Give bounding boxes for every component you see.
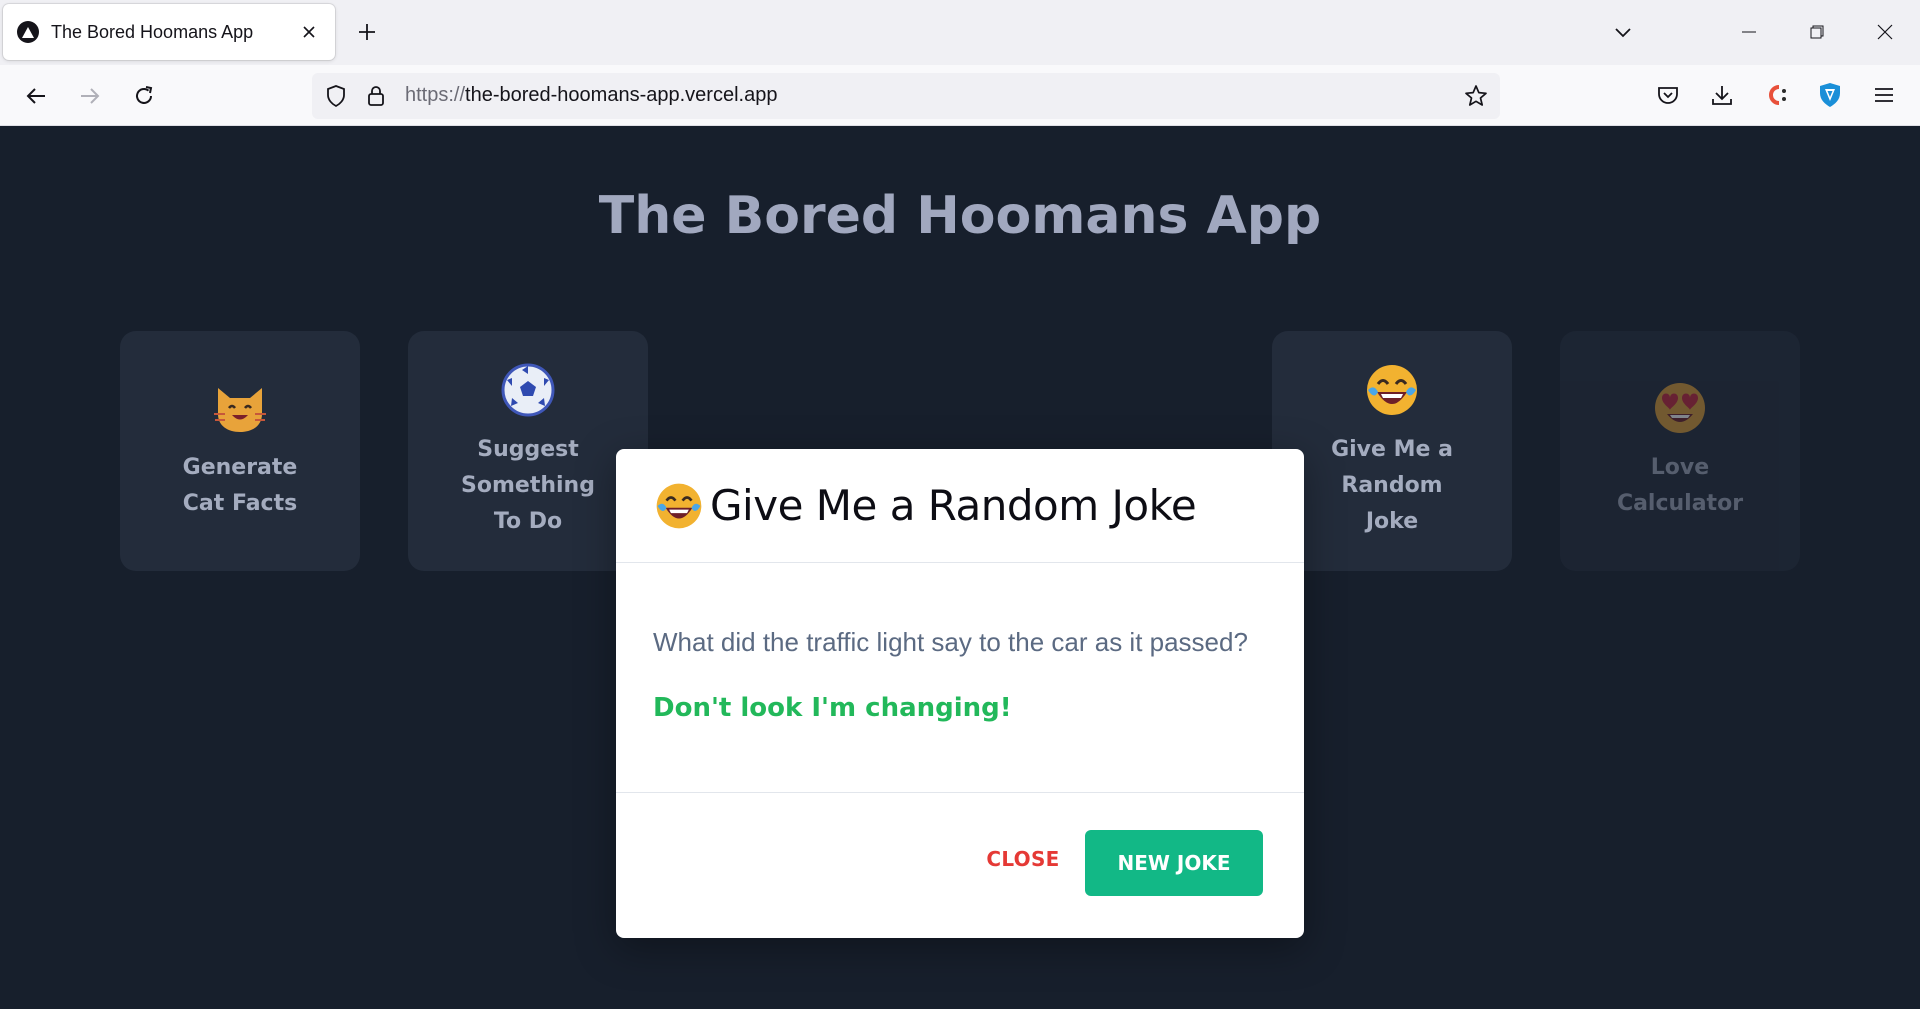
vpn-shield-icon <box>1820 83 1840 107</box>
new-joke-button[interactable]: NEW JOKE <box>1085 830 1263 896</box>
extension-button-shield[interactable] <box>1812 77 1848 113</box>
close-window-button[interactable] <box>1860 10 1910 54</box>
restore-icon <box>1810 25 1824 39</box>
restore-window-button[interactable] <box>1792 10 1842 54</box>
page-content: The Bored Hoomans App Generate Cat Facts… <box>0 126 1920 1009</box>
plus-icon <box>359 24 375 40</box>
close-tab-icon[interactable] <box>295 18 323 46</box>
hamburger-menu-icon <box>1875 88 1893 102</box>
joke-punchline-text: Don't look I'm changing! <box>653 693 1012 723</box>
heart-eyes-emoji-icon <box>1655 383 1705 433</box>
c-extension-icon <box>1769 85 1786 105</box>
card-suggest-activity[interactable]: Suggest Something To Do <box>408 331 648 571</box>
navigation-toolbar: https://the-bored-hoomans-app.vercel.app <box>0 65 1920 126</box>
arrow-left-icon <box>26 88 45 104</box>
page-title: The Bored Hoomans App <box>598 186 1322 246</box>
close-icon <box>1877 24 1893 40</box>
minimize-icon <box>1742 31 1756 33</box>
arrow-right-icon <box>81 88 100 104</box>
card-label: Suggest Something To Do <box>461 437 595 534</box>
pocket-button[interactable] <box>1650 77 1686 113</box>
extension-button-c[interactable] <box>1758 77 1794 113</box>
list-all-tabs-button[interactable] <box>1608 18 1638 48</box>
new-tab-button[interactable] <box>352 17 382 47</box>
bookmark-star-icon[interactable] <box>1462 82 1490 110</box>
pocket-icon <box>1658 87 1678 104</box>
chevron-down-icon <box>1615 28 1631 38</box>
modal-header: Give Me a Random Joke <box>616 449 1304 563</box>
minimize-window-button[interactable] <box>1724 10 1774 54</box>
soccer-ball-emoji-icon <box>501 363 555 417</box>
tracking-protection-shield-icon[interactable] <box>322 82 350 110</box>
close-button[interactable]: CLOSE <box>978 839 1068 879</box>
lock-icon[interactable] <box>362 82 390 110</box>
browser-tab-active[interactable]: The Bored Hoomans App <box>3 4 335 60</box>
card-label: Love Calculator <box>1616 455 1744 516</box>
joke-modal: Give Me a Random Joke What did the traff… <box>616 449 1304 938</box>
card-label: Give Me a Random Joke <box>1331 437 1453 534</box>
reload-button[interactable] <box>126 78 162 114</box>
url-host: the-bored-hoomans-app.vercel.app <box>465 84 778 106</box>
modal-title: Give Me a Random Joke <box>710 481 1197 530</box>
tears-of-joy-emoji-icon <box>1367 365 1417 415</box>
reload-icon <box>136 86 153 104</box>
app-menu-button[interactable] <box>1866 77 1902 113</box>
address-bar[interactable]: https://the-bored-hoomans-app.vercel.app <box>312 73 1500 119</box>
card-label: Generate Cat Facts <box>182 455 298 516</box>
tears-of-joy-emoji-icon <box>656 483 702 528</box>
tab-title: The Bored Hoomans App <box>51 21 254 42</box>
card-love-calculator[interactable]: Love Calculator <box>1560 331 1800 571</box>
modal-body: What did the traffic light say to the ca… <box>616 563 1304 793</box>
card-cat-facts[interactable]: Generate Cat Facts <box>120 331 360 571</box>
cat-face-emoji-icon <box>214 388 266 432</box>
joke-setup-text: What did the traffic light say to the ca… <box>653 627 1248 657</box>
tab-strip: The Bored Hoomans App <box>0 0 1920 65</box>
url-text[interactable]: https://the-bored-hoomans-app.vercel.app <box>405 84 777 107</box>
downloads-button[interactable] <box>1704 77 1740 113</box>
forward-button[interactable] <box>72 78 108 114</box>
back-button[interactable] <box>18 78 54 114</box>
card-random-joke[interactable]: Give Me a Random Joke <box>1272 331 1512 571</box>
download-icon <box>1712 86 1732 105</box>
url-scheme: https:// <box>405 84 466 106</box>
site-favicon-icon <box>17 21 39 43</box>
